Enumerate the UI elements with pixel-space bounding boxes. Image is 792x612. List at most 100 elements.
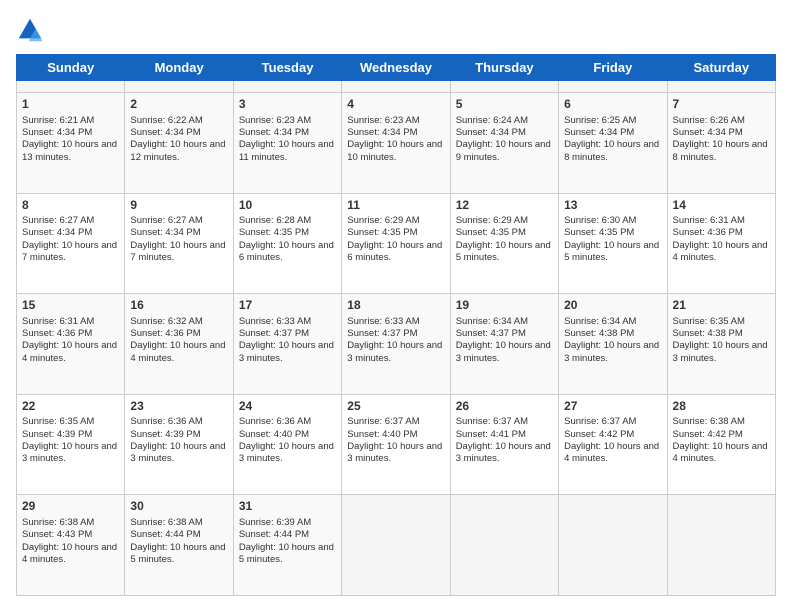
daylight-line: Daylight: 10 hours and 9 minutes.	[456, 139, 553, 164]
calendar-cell: 27Sunrise: 6:37 AMSunset: 4:42 PMDayligh…	[559, 394, 667, 495]
calendar-cell: 11Sunrise: 6:29 AMSunset: 4:35 PMDayligh…	[342, 193, 450, 294]
daylight-line: Daylight: 10 hours and 4 minutes.	[673, 441, 770, 466]
day-number: 6	[564, 97, 661, 113]
day-number: 3	[239, 97, 336, 113]
daylight-line: Daylight: 10 hours and 5 minutes.	[130, 542, 227, 567]
sunset-line: Sunset: 4:39 PM	[130, 429, 227, 441]
sunset-line: Sunset: 4:34 PM	[456, 127, 553, 139]
sunrise-line: Sunrise: 6:29 AM	[347, 215, 444, 227]
daylight-line: Daylight: 10 hours and 8 minutes.	[564, 139, 661, 164]
daylight-line: Daylight: 10 hours and 6 minutes.	[347, 240, 444, 265]
sunset-line: Sunset: 4:34 PM	[673, 127, 770, 139]
sunset-line: Sunset: 4:37 PM	[347, 328, 444, 340]
sunset-line: Sunset: 4:40 PM	[347, 429, 444, 441]
calendar-cell	[559, 81, 667, 93]
calendar-cell: 23Sunrise: 6:36 AMSunset: 4:39 PMDayligh…	[125, 394, 233, 495]
sunset-line: Sunset: 4:37 PM	[239, 328, 336, 340]
calendar-cell: 28Sunrise: 6:38 AMSunset: 4:42 PMDayligh…	[667, 394, 775, 495]
sunrise-line: Sunrise: 6:23 AM	[347, 115, 444, 127]
sunrise-line: Sunrise: 6:21 AM	[22, 115, 119, 127]
calendar-cell: 9Sunrise: 6:27 AMSunset: 4:34 PMDaylight…	[125, 193, 233, 294]
calendar-cell	[667, 81, 775, 93]
day-header-wednesday: Wednesday	[342, 55, 450, 81]
calendar-cell	[559, 495, 667, 596]
calendar-cell: 19Sunrise: 6:34 AMSunset: 4:37 PMDayligh…	[450, 294, 558, 395]
sunset-line: Sunset: 4:35 PM	[564, 227, 661, 239]
daylight-line: Daylight: 10 hours and 7 minutes.	[22, 240, 119, 265]
sunrise-line: Sunrise: 6:38 AM	[130, 517, 227, 529]
sunrise-line: Sunrise: 6:32 AM	[130, 316, 227, 328]
sunrise-line: Sunrise: 6:37 AM	[347, 416, 444, 428]
calendar-cell: 18Sunrise: 6:33 AMSunset: 4:37 PMDayligh…	[342, 294, 450, 395]
calendar-cell	[667, 495, 775, 596]
sunrise-line: Sunrise: 6:39 AM	[239, 517, 336, 529]
daylight-line: Daylight: 10 hours and 6 minutes.	[239, 240, 336, 265]
daylight-line: Daylight: 10 hours and 3 minutes.	[456, 441, 553, 466]
daylight-line: Daylight: 10 hours and 8 minutes.	[673, 139, 770, 164]
sunrise-line: Sunrise: 6:31 AM	[22, 316, 119, 328]
sunrise-line: Sunrise: 6:26 AM	[673, 115, 770, 127]
sunset-line: Sunset: 4:38 PM	[673, 328, 770, 340]
calendar-cell: 8Sunrise: 6:27 AMSunset: 4:34 PMDaylight…	[17, 193, 125, 294]
sunset-line: Sunset: 4:44 PM	[130, 529, 227, 541]
sunset-line: Sunset: 4:36 PM	[130, 328, 227, 340]
daylight-line: Daylight: 10 hours and 3 minutes.	[22, 441, 119, 466]
daylight-line: Daylight: 10 hours and 3 minutes.	[347, 441, 444, 466]
calendar-cell: 5 Sunrise: 6:24 AMSunset: 4:34 PMDaylight…	[450, 92, 558, 193]
sunrise-line: Sunrise: 6:27 AM	[22, 215, 119, 227]
sunrise-line: Sunrise: 6:36 AM	[239, 416, 336, 428]
header	[16, 16, 776, 44]
sunrise-line: Sunrise: 6:33 AM	[239, 316, 336, 328]
day-number: 19	[456, 298, 553, 314]
calendar-cell: 2Sunrise: 6:22 AMSunset: 4:34 PMDaylight…	[125, 92, 233, 193]
daylight-line: Daylight: 10 hours and 12 minutes.	[130, 139, 227, 164]
day-number: 7	[673, 97, 770, 113]
sunrise-line: Sunrise: 6:27 AM	[130, 215, 227, 227]
sunset-line: Sunset: 4:43 PM	[22, 529, 119, 541]
sunset-line: Sunset: 4:34 PM	[22, 227, 119, 239]
daylight-line: Daylight: 10 hours and 3 minutes.	[564, 340, 661, 365]
day-number: 13	[564, 198, 661, 214]
sunrise-line: Sunrise: 6:34 AM	[564, 316, 661, 328]
day-number: 1	[22, 97, 119, 113]
day-number: 25	[347, 399, 444, 415]
sunrise-line: Sunrise: 6:38 AM	[22, 517, 119, 529]
calendar-week-1	[17, 81, 776, 93]
calendar-cell: 4Sunrise: 6:23 AMSunset: 4:34 PMDaylight…	[342, 92, 450, 193]
sunset-line: Sunset: 4:35 PM	[456, 227, 553, 239]
day-number: 26	[456, 399, 553, 415]
day-number: 4	[347, 97, 444, 113]
daylight-line: Daylight: 10 hours and 3 minutes.	[239, 441, 336, 466]
calendar-header-row: SundayMondayTuesdayWednesdayThursdayFrid…	[17, 55, 776, 81]
sunrise-line: Sunrise: 6:24 AM	[456, 115, 553, 127]
day-number: 21	[673, 298, 770, 314]
daylight-line: Daylight: 10 hours and 3 minutes.	[673, 340, 770, 365]
day-number: 15	[22, 298, 119, 314]
day-number: 27	[564, 399, 661, 415]
day-number: 12	[456, 198, 553, 214]
sunrise-line: Sunrise: 6:28 AM	[239, 215, 336, 227]
calendar-cell: 31Sunrise: 6:39 AMSunset: 4:44 PMDayligh…	[233, 495, 341, 596]
calendar-week-2: 1Sunrise: 6:21 AMSunset: 4:34 PMDaylight…	[17, 92, 776, 193]
sunset-line: Sunset: 4:39 PM	[22, 429, 119, 441]
day-number: 2	[130, 97, 227, 113]
day-number: 18	[347, 298, 444, 314]
day-number: 28	[673, 399, 770, 415]
calendar-week-3: 8Sunrise: 6:27 AMSunset: 4:34 PMDaylight…	[17, 193, 776, 294]
calendar-cell: 13Sunrise: 6:30 AMSunset: 4:35 PMDayligh…	[559, 193, 667, 294]
day-number: 16	[130, 298, 227, 314]
sunrise-line: Sunrise: 6:35 AM	[673, 316, 770, 328]
sunrise-line: Sunrise: 6:23 AM	[239, 115, 336, 127]
calendar-cell	[233, 81, 341, 93]
day-number: 20	[564, 298, 661, 314]
calendar-cell: 1Sunrise: 6:21 AMSunset: 4:34 PMDaylight…	[17, 92, 125, 193]
calendar-cell: 16Sunrise: 6:32 AMSunset: 4:36 PMDayligh…	[125, 294, 233, 395]
day-number: 30	[130, 499, 227, 515]
daylight-line: Daylight: 10 hours and 3 minutes.	[347, 340, 444, 365]
day-number: 5	[456, 97, 553, 113]
sunrise-line: Sunrise: 6:31 AM	[673, 215, 770, 227]
day-header-tuesday: Tuesday	[233, 55, 341, 81]
calendar-cell: 20Sunrise: 6:34 AMSunset: 4:38 PMDayligh…	[559, 294, 667, 395]
calendar-cell	[125, 81, 233, 93]
sunrise-line: Sunrise: 6:30 AM	[564, 215, 661, 227]
